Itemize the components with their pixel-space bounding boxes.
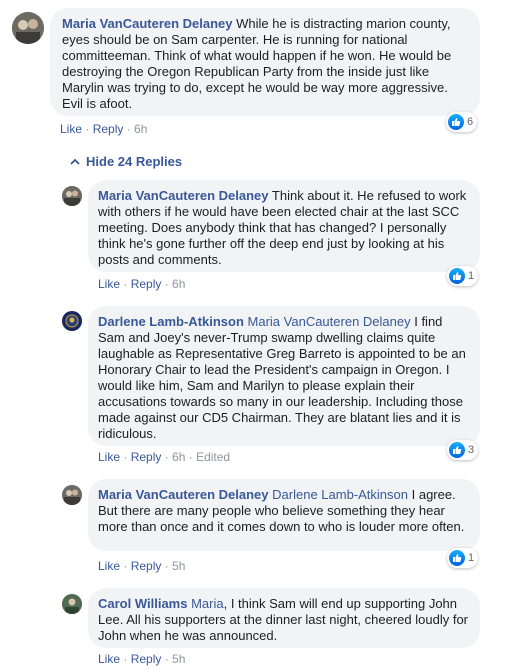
reply-link[interactable]: Reply — [131, 559, 162, 573]
comment-author[interactable]: Darlene Lamb-Atkinson — [98, 314, 244, 329]
avatar[interactable] — [62, 186, 82, 206]
reaction-count[interactable]: 6 — [446, 112, 478, 132]
avatar[interactable] — [62, 311, 82, 331]
avatar[interactable] — [62, 485, 82, 505]
comment-bubble: Carol Williams Maria, I think Sam will e… — [88, 588, 480, 648]
reaction-number: 3 — [468, 444, 475, 456]
hide-replies-toggle[interactable]: Hide 24 Replies — [70, 154, 182, 170]
timestamp[interactable]: 6h — [172, 450, 185, 464]
like-icon — [449, 550, 465, 566]
comment-bubble: Darlene Lamb-Atkinson Maria VanCauteren … — [88, 306, 480, 446]
reply-link[interactable]: Reply — [131, 652, 162, 666]
like-link[interactable]: Like — [98, 559, 120, 573]
like-link[interactable]: Like — [98, 652, 120, 666]
hide-replies-label: Hide 24 Replies — [86, 154, 183, 169]
like-icon — [449, 442, 465, 458]
reaction-number: 1 — [468, 270, 475, 282]
mention-link[interactable]: Maria VanCauteren Delaney — [244, 314, 411, 329]
like-link[interactable]: Like — [60, 122, 82, 136]
avatar[interactable] — [62, 594, 82, 614]
chevron-up-icon — [70, 158, 80, 165]
comment-bubble: Maria VanCauteren Delaney While he is di… — [50, 8, 480, 116]
comment-author[interactable]: Maria VanCauteren Delaney — [98, 487, 269, 502]
comment-author[interactable]: Maria VanCauteren Delaney — [98, 188, 269, 203]
reply-link[interactable]: Reply — [93, 122, 124, 136]
avatar[interactable] — [12, 12, 44, 44]
reply-link[interactable]: Reply — [131, 450, 162, 464]
timestamp[interactable]: 5h — [172, 559, 185, 573]
comment-author[interactable]: Carol Williams — [98, 596, 187, 611]
comment-author[interactable]: Maria VanCauteren Delaney — [62, 16, 233, 31]
like-icon — [448, 114, 464, 130]
timestamp[interactable]: 6h — [134, 122, 147, 136]
comment-text: I find Sam and Joey's never-Trump swamp … — [98, 314, 466, 441]
comment-bubble: Maria VanCauteren Delaney Think about it… — [88, 180, 480, 272]
mention-link[interactable]: Maria — [187, 596, 224, 611]
reaction-count[interactable]: 1 — [447, 548, 479, 568]
reaction-number: 1 — [468, 552, 475, 564]
comment-actions: Like · Reply · 5h — [98, 559, 186, 573]
comment-actions: Like · Reply · 6h — [98, 277, 186, 291]
timestamp[interactable]: 5h — [172, 652, 185, 666]
mention-link[interactable]: Darlene Lamb-Atkinson — [269, 487, 408, 502]
like-link[interactable]: Like — [98, 450, 120, 464]
comment-actions: Like · Reply · 5h — [98, 652, 186, 666]
comment-bubble: Maria VanCauteren Delaney Darlene Lamb-A… — [88, 479, 480, 551]
reaction-count[interactable]: 3 — [447, 440, 479, 460]
like-link[interactable]: Like — [98, 277, 120, 291]
like-icon — [449, 268, 465, 284]
comment-actions: Like · Reply · 6h · Edited — [98, 450, 231, 464]
reply-link[interactable]: Reply — [131, 277, 162, 291]
reaction-count[interactable]: 1 — [447, 266, 479, 286]
edited-label: Edited — [196, 450, 231, 464]
reaction-number: 6 — [467, 116, 474, 128]
comment-actions: Like · Reply · 6h — [60, 122, 148, 136]
timestamp[interactable]: 6h — [172, 277, 185, 291]
